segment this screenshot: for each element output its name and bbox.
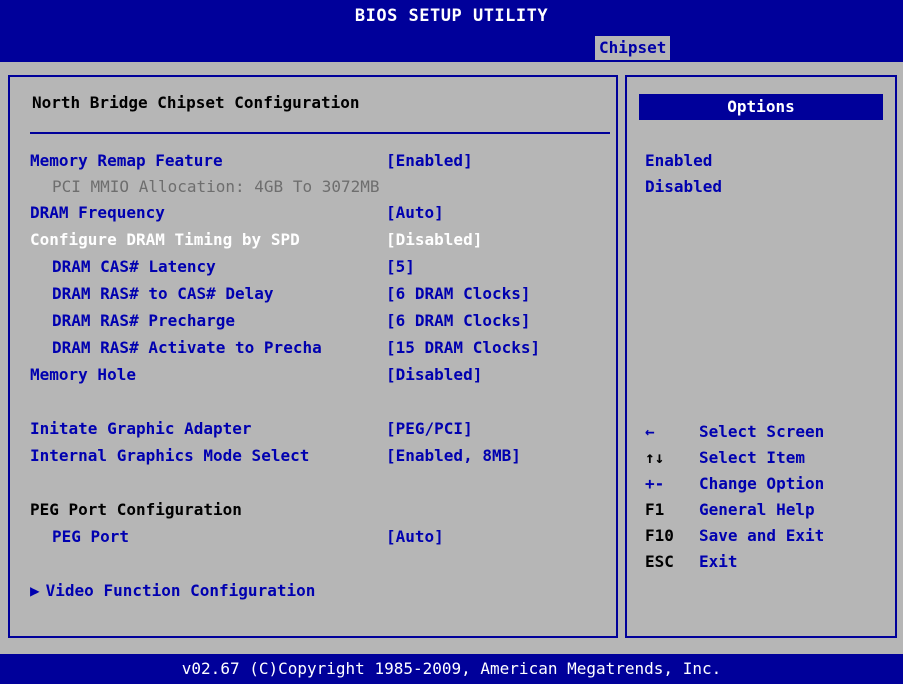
options-header: Options bbox=[639, 94, 883, 120]
setting-label: Memory Hole bbox=[30, 365, 136, 384]
setting-label: DRAM Frequency bbox=[30, 203, 165, 222]
help-key-f1: F1 bbox=[645, 500, 665, 519]
help-select-screen: ← Select Screen bbox=[645, 420, 824, 444]
bios-title: BIOS SETUP UTILITY bbox=[0, 0, 903, 32]
setting-value[interactable]: [6 DRAM Clocks] bbox=[386, 282, 531, 306]
submenu-entry: ▶ Video Function Configuration bbox=[30, 579, 315, 603]
setting-label: DRAM CAS# Latency bbox=[52, 257, 216, 276]
setting-label: Memory Remap Feature bbox=[30, 151, 223, 170]
setting-label: DRAM RAS# to CAS# Delay bbox=[52, 284, 274, 303]
main-panel: North Bridge Chipset Configuration Memor… bbox=[8, 75, 618, 638]
help-text: General Help bbox=[699, 500, 815, 519]
setting-label: Internal Graphics Mode Select bbox=[30, 446, 310, 465]
setting-label: DRAM RAS# Precharge bbox=[52, 311, 236, 330]
setting-value[interactable]: [Disabled] bbox=[386, 228, 482, 252]
help-select-item: ↑↓ Select Item bbox=[645, 446, 805, 470]
setting-value[interactable]: [PEG/PCI] bbox=[386, 417, 473, 441]
help-key-esc: ESC bbox=[645, 552, 674, 571]
help-text: Save and Exit bbox=[699, 526, 825, 545]
setting-value[interactable]: [15 DRAM Clocks] bbox=[386, 336, 540, 360]
help-text: Exit bbox=[699, 552, 738, 571]
option-disabled[interactable]: Disabled bbox=[645, 175, 722, 199]
submenu-arrow-icon: ▶ bbox=[30, 581, 40, 600]
option-enabled[interactable]: Enabled bbox=[645, 149, 712, 173]
help-general-help: F1 General Help bbox=[645, 498, 815, 522]
section-title-divider bbox=[30, 132, 610, 134]
help-key-f10: F10 bbox=[645, 526, 674, 545]
left-arrow-icon: ← bbox=[645, 422, 655, 441]
setting-label: PEG Port bbox=[52, 527, 130, 546]
tab-bar: Chipset bbox=[0, 32, 903, 62]
tab-chipset[interactable]: Chipset bbox=[595, 36, 671, 60]
setting-value[interactable]: [Auto] bbox=[386, 525, 444, 549]
help-change-option: +- Change Option bbox=[645, 472, 824, 496]
setting-label: Initate Graphic Adapter bbox=[30, 419, 252, 438]
setting-label: DRAM RAS# Activate to Precha bbox=[52, 338, 322, 357]
help-text: Select Item bbox=[699, 448, 805, 467]
help-text: Change Option bbox=[699, 474, 825, 493]
help-exit: ESC Exit bbox=[645, 550, 738, 574]
setting-value[interactable]: [Disabled] bbox=[386, 363, 482, 387]
setting-value[interactable]: [6 DRAM Clocks] bbox=[386, 309, 531, 333]
copyright-footer: v02.67 (C)Copyright 1985-2009, American … bbox=[0, 654, 903, 684]
up-down-arrow-icon: ↑↓ bbox=[645, 448, 665, 467]
setting-label: Configure DRAM Timing by SPD bbox=[30, 230, 300, 249]
help-text: Select Screen bbox=[699, 422, 825, 441]
setting-value[interactable]: [Enabled] bbox=[386, 149, 473, 173]
section-title: North Bridge Chipset Configuration bbox=[32, 93, 360, 112]
setting-value[interactable]: [5] bbox=[386, 255, 415, 279]
setting-value[interactable]: [Auto] bbox=[386, 201, 444, 225]
help-panel: Options Enabled Disabled ← Select Screen … bbox=[625, 75, 897, 638]
group-heading-label: PEG Port Configuration bbox=[30, 500, 242, 519]
setting-value[interactable]: [Enabled, 8MB] bbox=[386, 444, 521, 468]
info-label: PCI MMIO Allocation: 4GB To 3072MB bbox=[52, 177, 380, 196]
submenu-label: Video Function Configuration bbox=[45, 581, 316, 600]
help-save-exit: F10 Save and Exit bbox=[645, 524, 824, 548]
plus-minus-icon: +- bbox=[645, 474, 665, 493]
